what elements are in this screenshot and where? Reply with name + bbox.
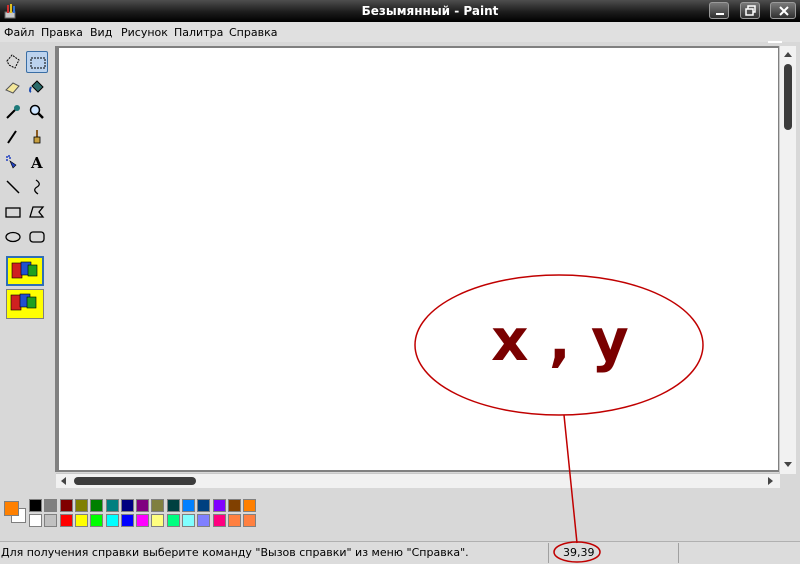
coords-highlight-ellipse — [553, 541, 601, 563]
annotation-label: x , y — [491, 306, 629, 374]
annotation-pointer-line — [563, 414, 578, 544]
annotation-overlay — [414, 274, 704, 563]
